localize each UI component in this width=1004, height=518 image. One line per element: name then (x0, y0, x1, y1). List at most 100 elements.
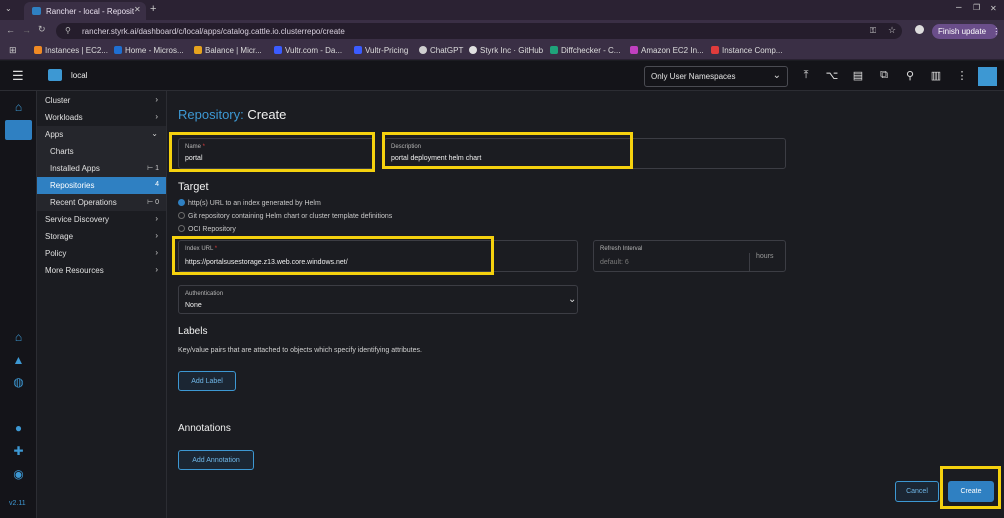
extensions-puzzle-icon[interactable]: ✚ (11, 444, 26, 458)
home-icon[interactable]: ⌂ (11, 100, 26, 114)
sidebar-item-more-resources[interactable]: More Resources › (37, 262, 166, 279)
bookmark-item[interactable]: Amazon EC2 In... (630, 46, 704, 55)
download-kubeconfig-icon[interactable]: ▤ (851, 69, 865, 82)
sidebar-item-recent-operations[interactable]: Recent Operations ⊢ 0 (37, 194, 166, 211)
authentication-label: Authentication (185, 291, 224, 297)
more-menu-icon[interactable]: ⋮ (955, 69, 969, 82)
labels-description: Key/value pairs that are attached to obj… (178, 347, 422, 354)
cluster-management-icon[interactable]: ▲ (11, 353, 26, 367)
bookmark-item[interactable]: Vultr-Pricing (354, 46, 408, 55)
password-key-icon[interactable]: ⚿ (870, 26, 876, 36)
refresh-interval-field[interactable]: Refresh Interval default: 6 hours (593, 240, 786, 272)
bookmarks-bar: ⊞ Instances | EC2... Home - Micros... Ba… (0, 42, 1004, 60)
namespace-filter-select[interactable]: Only User Namespaces ⌄ (644, 66, 788, 87)
bookmark-star-icon[interactable]: ☆ (888, 25, 896, 36)
back-icon[interactable]: ← (6, 25, 15, 35)
users-icon[interactable]: ● (11, 421, 26, 435)
address-bar-row: ← → ↻ ⚲ rancher.styrk.ai/dashboard/c/loc… (0, 20, 1004, 42)
sidebar-item-storage[interactable]: Storage › (37, 228, 166, 245)
chevron-right-icon: › (155, 112, 158, 121)
labels-heading: Labels (178, 326, 208, 337)
version-label: v2.11 (9, 500, 26, 507)
radio-oci-repo[interactable]: OCI Repository (178, 225, 236, 233)
finish-update-button[interactable]: Finish update ⋮ (932, 24, 1000, 39)
sidebar-item-apps[interactable]: Apps ⌄ (37, 126, 166, 143)
chevron-right-icon: › (155, 265, 158, 274)
count-badge: 4 (155, 181, 159, 188)
cluster-name[interactable]: local (71, 71, 87, 80)
cancel-button[interactable]: Cancel (895, 481, 939, 502)
sidebar-item-installed-apps[interactable]: Installed Apps ⊢ 1 (37, 160, 166, 177)
chevron-right-icon: › (155, 214, 158, 223)
tab-title: Rancher - local - Reposit (46, 7, 135, 16)
new-tab-icon[interactable]: + (150, 3, 156, 15)
close-window-icon[interactable]: ✕ (990, 4, 997, 13)
copy-kubeconfig-icon[interactable]: ⧉ (877, 69, 891, 82)
hours-suffix: hours (749, 253, 774, 271)
app-header: ☰ local Only User Namespaces ⌄ ⤒ ⌥ ▤ ⧉ ⚲… (0, 61, 1004, 91)
apps-grid-icon[interactable]: ⊞ (9, 45, 17, 56)
bookmark-favicon-icon (34, 46, 42, 54)
target-heading: Target (178, 181, 209, 193)
site-info-icon[interactable]: ⚲ (65, 26, 71, 35)
annotations-heading: Annotations (178, 423, 231, 434)
forward-icon[interactable]: → (22, 25, 31, 35)
highlight-index-url (172, 236, 494, 275)
browser-tab-bar: ⌄ Rancher - local - Reposit ✕ + – ❐ ✕ (0, 0, 1004, 20)
left-icon-rail: ⌂ ⌂ ▲ ◍ ● ✚ ◉ v2.11 (0, 91, 37, 518)
bookmark-item[interactable]: Home - Micros... (114, 46, 184, 55)
sidebar-item-cluster[interactable]: Cluster › (37, 92, 166, 109)
close-tab-icon[interactable]: ✕ (134, 5, 141, 14)
sidebar-item-repositories[interactable]: Repositories 4 (37, 177, 166, 194)
fleet-icon[interactable]: ⌂ (11, 330, 26, 344)
highlight-description (382, 132, 633, 169)
reload-icon[interactable]: ↻ (38, 24, 46, 35)
bookmark-item[interactable]: Balance | Micr... (194, 46, 262, 55)
profile-icon[interactable] (915, 25, 924, 34)
global-settings-icon[interactable]: ◉ (11, 467, 26, 481)
browser-tab[interactable]: Rancher - local - Reposit (24, 2, 146, 20)
tab-search-icon[interactable]: ⌄ (5, 4, 12, 13)
maximize-icon[interactable]: ❐ (973, 3, 980, 12)
chevron-down-icon: ⌄ (151, 129, 158, 138)
add-annotation-button[interactable]: Add Annotation (178, 450, 254, 470)
count-badge: ⊢ 0 (147, 199, 159, 206)
docs-book-icon[interactable]: ▥ (929, 69, 943, 82)
bookmark-item[interactable]: Diffchecker - C... (550, 46, 620, 55)
bookmark-item[interactable]: Styrk Inc · GitHub (469, 46, 543, 55)
authentication-value: None (185, 302, 202, 309)
sidebar-item-service-discovery[interactable]: Service Discovery › (37, 211, 166, 228)
authentication-select[interactable]: Authentication None ⌄ (178, 285, 578, 314)
cluster-rail-icon[interactable] (5, 120, 32, 140)
user-avatar[interactable] (978, 67, 997, 86)
hamburger-menu-icon[interactable]: ☰ (12, 68, 24, 84)
chevron-down-icon: ⌄ (772, 70, 781, 81)
bookmark-favicon-icon (114, 46, 122, 54)
chevron-right-icon: › (155, 248, 158, 257)
bookmark-item[interactable]: Instance Comp... (711, 46, 782, 55)
kubectl-shell-icon[interactable]: ⌥ (825, 69, 839, 82)
sidebar-item-charts[interactable]: Charts (37, 143, 166, 160)
bookmark-favicon-icon (354, 46, 362, 54)
search-icon[interactable]: ⚲ (903, 69, 917, 82)
import-yaml-icon[interactable]: ⤒ (799, 69, 813, 82)
radio-git-repo[interactable]: Git repository containing Helm chart or … (178, 212, 392, 220)
page-title-prefix: Repository: (178, 107, 244, 122)
sidebar-item-workloads[interactable]: Workloads › (37, 109, 166, 126)
side-nav: Cluster › Workloads › Apps ⌄ Charts Install… (37, 91, 167, 518)
radio-helm-index[interactable]: http(s) URL to an index generated by Hel… (178, 199, 321, 207)
virtualization-icon[interactable]: ◍ (11, 375, 26, 389)
chevron-right-icon: › (155, 231, 158, 240)
add-label-button[interactable]: Add Label (178, 371, 236, 391)
bookmark-item[interactable]: ChatGPT (419, 46, 463, 55)
bookmark-favicon-icon (419, 46, 427, 54)
bookmark-item[interactable]: Instances | EC2... (34, 46, 108, 55)
bookmark-favicon-icon (194, 46, 202, 54)
sidebar-item-policy[interactable]: Policy › (37, 245, 166, 262)
rancher-favicon-icon (32, 7, 41, 15)
bookmark-item[interactable]: Vultr.com - Da... (274, 46, 342, 55)
minimize-icon[interactable]: – (956, 2, 962, 13)
url-input[interactable]: ⚲ rancher.styrk.ai/dashboard/c/local/app… (56, 23, 902, 39)
bookmark-favicon-icon (711, 46, 719, 54)
cluster-icon (48, 69, 62, 81)
